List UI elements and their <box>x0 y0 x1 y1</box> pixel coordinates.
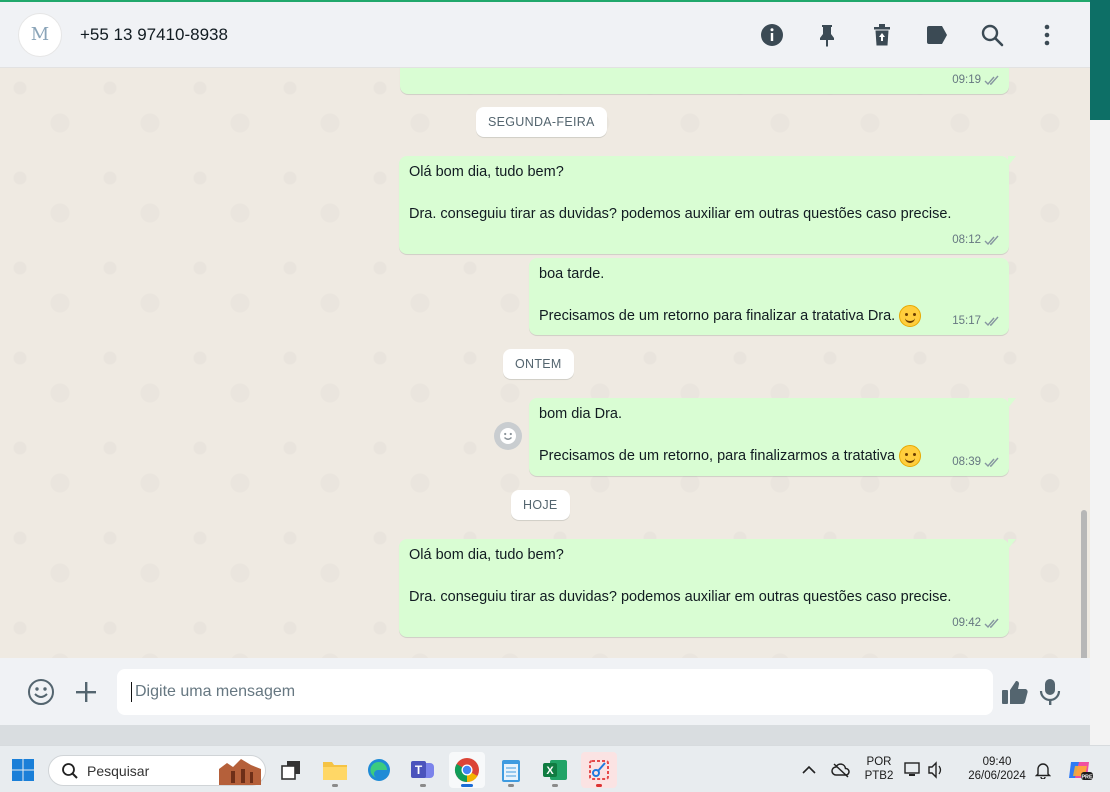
message-bubble[interactable]: Olá bom dia, tudo bem? Dra. conseguiu ti… <box>399 539 1016 637</box>
message-text-line: boa tarde. <box>539 266 605 282</box>
double-check-icon <box>984 457 999 468</box>
windows-logo-icon <box>12 759 34 781</box>
date-chip: HOJE <box>511 490 570 520</box>
message-time: 08:39 <box>952 456 981 468</box>
show-hidden-icons-button[interactable] <box>792 752 826 788</box>
cloud-offline-icon <box>831 763 850 778</box>
scrollbar-thumb[interactable] <box>1081 510 1087 658</box>
more-icon[interactable] <box>1032 20 1062 50</box>
contact-name[interactable]: +55 13 97410-8938 <box>80 25 228 45</box>
excel-icon: X <box>543 760 567 780</box>
double-check-icon <box>984 75 999 86</box>
message-meta: 09:19 <box>952 70 1001 91</box>
label-icon[interactable] <box>922 20 952 50</box>
search-highlight-icon <box>219 759 261 785</box>
date-chip: ONTEM <box>503 349 574 379</box>
taskbar-file-explorer[interactable] <box>317 752 353 788</box>
message-time: 08:12 <box>952 234 981 246</box>
emoji-icon[interactable] <box>25 676 57 708</box>
message-meta: 09:42 <box>952 613 1001 634</box>
taskbar-teams[interactable]: T <box>405 752 441 788</box>
language-top: POR <box>866 756 892 768</box>
message-bubble[interactable]: Olá bom dia, tudo bem? Dra. conseguiu ti… <box>399 156 1016 254</box>
message-time: 09:42 <box>952 617 981 629</box>
thumbs-up-icon[interactable] <box>999 676 1031 708</box>
message-bubble[interactable]: bom dia Dra. Precisamos de um retorno, p… <box>529 398 1016 476</box>
attach-plus-icon[interactable] <box>70 676 102 708</box>
smile-emoji-icon <box>899 445 922 467</box>
emoji-icon <box>500 428 516 444</box>
double-check-icon <box>984 235 999 246</box>
chevron-up-icon <box>802 765 816 774</box>
svg-text:PRE: PRE <box>1081 775 1093 781</box>
message-bubble[interactable]: 09:19 <box>400 68 1009 94</box>
double-check-icon <box>984 316 999 327</box>
microphone-icon[interactable] <box>1034 676 1066 708</box>
start-button[interactable] <box>5 752 41 788</box>
react-emoji-button[interactable] <box>494 422 522 450</box>
task-view-button[interactable] <box>273 752 309 788</box>
date-chip: SEGUNDA-FEIRA <box>476 107 607 137</box>
header-actions <box>757 2 1062 68</box>
whatsapp-window: M +55 13 97410-8938 09:19 SEGUNDA-FEIRA … <box>0 0 1090 725</box>
onedrive-tray-button[interactable] <box>824 752 858 788</box>
taskbar-chrome[interactable] <box>449 752 485 788</box>
message-text-line: Precisamos de um retorno, para finalizar… <box>539 447 896 464</box>
snipping-tool-icon <box>589 760 609 780</box>
clock-time: 09:40 <box>982 756 1012 768</box>
chat-header: M +55 13 97410-8938 <box>0 2 1090 68</box>
trash-icon[interactable] <box>867 20 897 50</box>
taskbar-excel[interactable]: X <box>537 752 573 788</box>
message-meta: 15:17 <box>952 311 1001 332</box>
message-text-line: Precisamos de um retorno para finalizar … <box>539 307 896 324</box>
clock[interactable]: 09:40 26/06/2024 <box>960 755 1034 783</box>
notepad-icon <box>502 760 520 782</box>
chat-scrollbar[interactable] <box>1081 140 1087 658</box>
message-text: Olá bom dia, tudo bem? Dra. conseguiu ti… <box>409 164 952 222</box>
taskbar-search[interactable]: Pesquisar <box>48 755 266 786</box>
task-view-icon <box>281 761 300 780</box>
network-volume-tray[interactable] <box>902 752 948 788</box>
copilot-icon: PRE <box>1069 762 1093 781</box>
pin-icon[interactable] <box>812 20 842 50</box>
bell-icon <box>1035 763 1051 779</box>
notifications-button[interactable] <box>1030 752 1056 788</box>
taskbar-edge[interactable] <box>361 752 397 788</box>
background-window-edge <box>1090 0 1110 745</box>
svg-text:X: X <box>546 765 554 777</box>
folder-icon <box>323 762 347 780</box>
double-check-icon <box>984 618 999 629</box>
message-list[interactable]: 09:19 SEGUNDA-FEIRA Olá bom dia, tudo be… <box>0 68 1090 658</box>
edge-browser-icon <box>368 759 390 781</box>
svg-text:T: T <box>415 763 423 777</box>
taskbar-snipping-tool[interactable] <box>581 752 617 788</box>
message-bubble[interactable]: boa tarde. Precisamos de um retorno para… <box>529 258 1009 335</box>
info-icon[interactable] <box>757 20 787 50</box>
message-meta: 08:39 <box>952 452 1001 473</box>
contact-avatar[interactable]: M <box>18 12 62 57</box>
message-meta: 08:12 <box>952 230 1001 251</box>
language-bottom: PTB2 <box>864 770 894 782</box>
search-label: Pesquisar <box>87 762 150 779</box>
copilot-button[interactable]: PRE <box>1064 752 1096 788</box>
search-icon <box>62 762 78 779</box>
message-composer <box>0 658 1090 725</box>
input-language-indicator[interactable]: POR PTB2 <box>862 755 896 783</box>
windows-taskbar: Pesquisar T X POR PTB2 09:40 26/06/2024 … <box>0 745 1110 792</box>
network-volume-icon <box>904 761 942 779</box>
text-caret <box>131 682 132 702</box>
clock-date: 26/06/2024 <box>968 770 1026 782</box>
message-text-line: bom dia Dra. <box>539 406 623 422</box>
teams-icon: T <box>411 761 434 778</box>
taskbar-notepad[interactable] <box>493 752 529 788</box>
smile-emoji-icon <box>899 305 922 327</box>
message-input[interactable] <box>117 669 993 715</box>
chrome-browser-icon <box>454 758 479 782</box>
message-time: 09:19 <box>952 74 981 86</box>
message-time: 15:17 <box>952 315 981 327</box>
message-text: Olá bom dia, tudo bem? Dra. conseguiu ti… <box>409 547 952 605</box>
search-icon[interactable] <box>977 20 1007 50</box>
